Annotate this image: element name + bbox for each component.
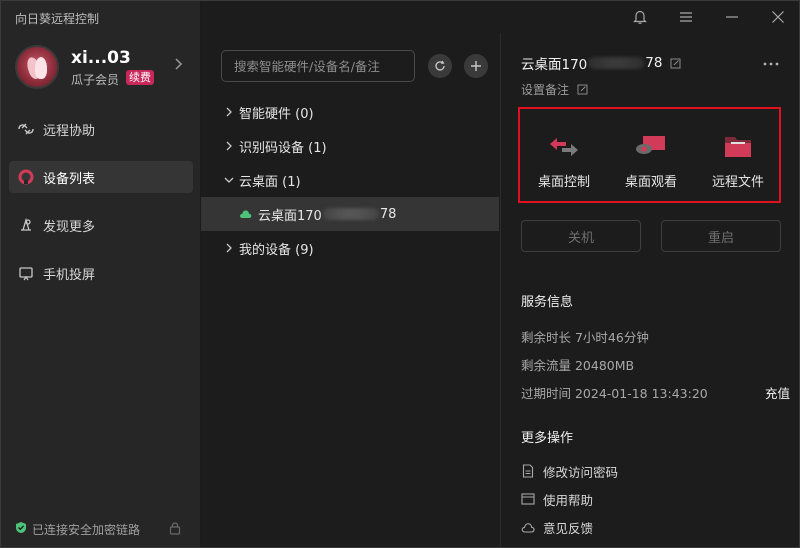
device-detail-panel: 云桌面170 78 设置备注 桌面控制 桌面观看 远程文件 关机 重启 服务信息… — [501, 33, 799, 547]
shutdown-button[interactable]: 关机 — [521, 220, 641, 252]
device-title: 云桌面170 78 — [521, 53, 681, 73]
shield-icon — [15, 521, 27, 537]
edit-name-icon[interactable] — [670, 58, 681, 69]
chevron-right-icon — [221, 107, 237, 117]
remote-file-button[interactable]: 远程文件 — [695, 109, 781, 201]
chevron-down-icon — [221, 176, 237, 184]
sidebar-item-label: 远程协助 — [43, 123, 96, 139]
device-name-prefix: 云桌面170 — [258, 208, 322, 224]
chevron-right-icon — [221, 243, 237, 253]
screen-cast-icon — [17, 264, 35, 282]
device-title-suffix: 78 — [645, 55, 663, 71]
device-title-prefix: 云桌面170 — [521, 57, 588, 73]
feedback-cloud-icon — [521, 520, 535, 534]
lock-icon[interactable] — [169, 521, 181, 538]
sidebar-nav: 远程协助 设备列表 发现更多 手机投屏 — [9, 113, 193, 305]
document-icon — [521, 464, 535, 478]
app-title: 向日葵远程控制 — [15, 12, 100, 26]
menu-icon[interactable] — [671, 5, 701, 29]
chevron-right-icon[interactable] — [173, 57, 183, 75]
sidebar-item-label: 设备列表 — [43, 171, 96, 187]
tree-group-label: 智能硬件 (0) — [239, 106, 314, 122]
cloud-online-icon — [239, 209, 252, 219]
secure-link-status: 已连接安全加密链路 — [15, 520, 191, 538]
recharge-link[interactable]: 充值 — [765, 383, 790, 402]
tree-group-label: 识别码设备 (1) — [239, 140, 327, 156]
op-label: 修改访问密码 — [543, 464, 619, 480]
discover-icon — [17, 216, 35, 234]
redacted-id — [322, 208, 379, 220]
tree-device-item[interactable]: 云桌面170 78 — [201, 197, 499, 231]
sidebar-item-remote-assist[interactable]: 远程协助 — [9, 113, 193, 145]
change-password-link[interactable]: 修改访问密码 — [521, 462, 618, 480]
expire-time: 过期时间 2024-01-18 13:43:20 — [521, 386, 708, 401]
op-label: 意见反馈 — [543, 520, 594, 536]
sidebar-item-device-list[interactable]: 设备列表 — [9, 161, 193, 193]
tree-group-cloud-desktop[interactable]: 云桌面 (1) — [201, 163, 499, 197]
desktop-control-icon — [550, 138, 578, 156]
title-bar-left: 向日葵远程控制 — [1, 1, 201, 33]
close-icon[interactable] — [763, 5, 793, 29]
search-input[interactable] — [221, 50, 415, 82]
tree-group-label: 云桌面 (1) — [239, 174, 301, 190]
action-label: 桌面观看 — [624, 175, 677, 190]
sidebar: 向日葵远程控制 xi...03 瓜子会员 续费 远程协助 设备列表 发现更多 手… — [1, 1, 201, 547]
remote-assist-icon — [17, 120, 35, 138]
sidebar-item-label: 手机投屏 — [43, 267, 96, 283]
action-label: 远程文件 — [711, 175, 764, 190]
refresh-icon — [435, 60, 445, 71]
remaining-traffic: 剩余流量 20480MB — [521, 358, 635, 373]
plus-icon — [471, 61, 481, 71]
set-note-label: 设置备注 — [521, 83, 570, 97]
username: xi...03 — [71, 48, 131, 68]
refresh-button[interactable] — [428, 54, 452, 78]
redacted-id — [588, 57, 645, 69]
sidebar-item-discover[interactable]: 发现更多 — [9, 209, 193, 241]
minimize-icon[interactable] — [717, 5, 747, 29]
device-tree: 智能硬件 (0) 识别码设备 (1) 云桌面 (1) 云桌面170 78 我的设… — [201, 95, 499, 265]
help-book-icon — [521, 492, 535, 506]
device-tree-panel: 智能硬件 (0) 识别码设备 (1) 云桌面 (1) 云桌面170 78 我的 — [201, 33, 501, 547]
service-info-title: 服务信息 — [521, 295, 574, 310]
action-label: 桌面控制 — [537, 175, 590, 190]
restart-button[interactable]: 重启 — [661, 220, 781, 252]
set-note[interactable]: 设置备注 — [521, 81, 588, 98]
tree-group-id-devices[interactable]: 识别码设备 (1) — [201, 129, 499, 163]
remaining-time: 剩余时长 7小时46分钟 — [521, 330, 649, 345]
op-label: 使用帮助 — [543, 492, 594, 508]
device-list-icon — [17, 168, 35, 186]
sidebar-item-label: 发现更多 — [43, 219, 96, 235]
renew-badge[interactable]: 续费 — [126, 70, 154, 85]
power-buttons: 关机 重启 — [521, 220, 781, 252]
notification-bell-icon[interactable] — [625, 5, 655, 29]
feedback-link[interactable]: 意见反馈 — [521, 518, 593, 536]
desktop-view-button[interactable]: 桌面观看 — [608, 109, 694, 201]
help-link[interactable]: 使用帮助 — [521, 490, 593, 508]
user-profile[interactable]: xi...03 瓜子会员 续费 — [15, 45, 191, 91]
device-name-suffix: 78 — [379, 206, 397, 222]
tree-group-my-devices[interactable]: 我的设备 (9) — [201, 231, 499, 265]
more-options-icon[interactable] — [763, 51, 779, 70]
tree-group-smart-hardware[interactable]: 智能硬件 (0) — [201, 95, 499, 129]
edit-note-icon[interactable] — [577, 84, 588, 95]
remote-actions-group: 桌面控制 桌面观看 远程文件 — [518, 107, 781, 203]
desktop-control-button[interactable]: 桌面控制 — [521, 109, 607, 201]
tree-group-label: 我的设备 (9) — [239, 242, 314, 258]
more-ops-title: 更多操作 — [521, 431, 574, 446]
app-window: 向日葵远程控制 xi...03 瓜子会员 续费 远程协助 设备列表 发现更多 手… — [0, 0, 800, 548]
member-level: 瓜子会员 — [71, 73, 120, 87]
desktop-view-icon — [636, 136, 665, 154]
secure-link-text: 已连接安全加密链路 — [32, 522, 141, 537]
chevron-right-icon — [221, 141, 237, 151]
remote-file-icon — [725, 137, 751, 157]
add-device-button[interactable] — [464, 54, 488, 78]
avatar[interactable] — [15, 45, 59, 89]
sidebar-item-screen-cast[interactable]: 手机投屏 — [9, 257, 193, 289]
